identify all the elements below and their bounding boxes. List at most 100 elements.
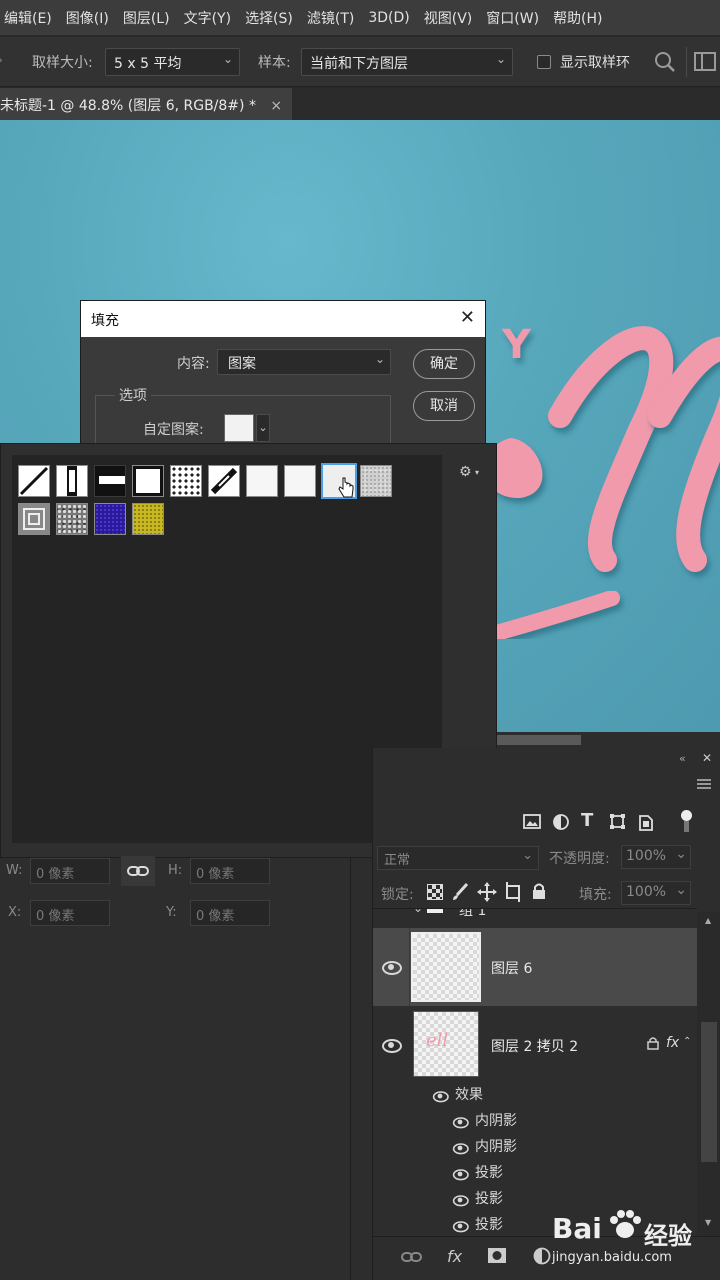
type-filter-icon[interactable]: T [581, 810, 593, 831]
blend-mode-select[interactable]: 正常 ⌄ [377, 846, 539, 870]
filter-toggle[interactable] [679, 810, 695, 834]
yellow-texture-pattern-swatch[interactable] [132, 503, 164, 535]
layer-row-group[interactable]: ⌄ 组 1 [373, 909, 697, 927]
custom-pattern-label: 自定图案: [143, 422, 204, 438]
collapse-icon[interactable]: « [679, 752, 686, 765]
menu-bar: 编辑(E) 图像(I) 图层(L) 文字(Y) 选择(S) 滤镜(T) 3D(D… [0, 0, 720, 36]
lock-artboard-icon[interactable] [503, 882, 523, 902]
menu-layer[interactable]: 图层(L) [123, 8, 170, 28]
sample-size-value: 5 x 5 平均 [114, 56, 182, 72]
menu-select[interactable]: 选择(S) [245, 8, 293, 28]
menu-help[interactable]: 帮助(H) [553, 8, 602, 28]
diagonal-pattern-swatch[interactable] [18, 465, 50, 497]
width-field[interactable]: 0 像素 [30, 858, 110, 884]
document-tab[interactable]: 未标题-1 @ 48.8% (图层 6, RGB/8#) * × [0, 88, 292, 120]
panel-menu-icon[interactable] [697, 778, 711, 790]
lock-transparency-icon[interactable] [427, 884, 443, 900]
opacity-field[interactable]: 100% ⌄ [621, 845, 691, 869]
vertical-scrollbar[interactable]: ▲ ▼ [697, 912, 720, 1236]
lock-move-icon[interactable] [477, 882, 497, 902]
fill-dialog-titlebar: 填充 ✕ [81, 301, 485, 337]
hand-cursor-icon [338, 477, 354, 498]
sample-select[interactable]: 当前和下方图层 ⌄ [301, 48, 513, 76]
eye-icon[interactable] [452, 1221, 469, 1233]
menu-filter[interactable]: 滤镜(T) [307, 8, 354, 28]
blue-texture-pattern-swatch[interactable] [94, 503, 126, 535]
horizontal-scrollbar[interactable] [497, 732, 720, 748]
layer-row-layer-6[interactable]: 图层 6 [373, 928, 697, 1006]
fill-field[interactable]: 100% ⌄ [621, 881, 691, 905]
layer-thumbnail: ell [413, 1011, 479, 1077]
fx-icon[interactable]: fx [447, 1247, 462, 1266]
close-panel-icon[interactable]: ✕ [702, 751, 712, 765]
options-label: 选项 [115, 385, 151, 405]
content-select[interactable]: 图案 ⌄ [217, 349, 391, 375]
search-icon[interactable] [654, 51, 676, 73]
sample-label: 样本: [258, 55, 291, 71]
gray-texture-pattern-swatch[interactable] [56, 503, 88, 535]
workspace-icon[interactable] [694, 51, 718, 73]
eye-icon[interactable] [382, 961, 402, 975]
eye-icon[interactable] [452, 1117, 469, 1129]
link-icon[interactable] [401, 1249, 423, 1265]
fill-label: 填充: [579, 887, 612, 903]
menu-image[interactable]: 图像(I) [66, 8, 109, 28]
scrollbar-thumb[interactable] [701, 1022, 717, 1162]
custom-pattern-swatch[interactable] [224, 414, 254, 442]
fill-dialog-title: 填充 [91, 313, 119, 329]
eye-icon[interactable] [432, 1091, 449, 1103]
close-icon[interactable]: ✕ [460, 307, 475, 328]
effect-inner-shadow-2[interactable]: 内阴影 [475, 1136, 517, 1156]
adjustment-icon[interactable] [533, 1247, 551, 1265]
cancel-button[interactable]: 取消 [413, 391, 475, 421]
menu-edit[interactable]: 编辑(E) [4, 8, 52, 28]
smart-object-filter-icon[interactable] [637, 812, 655, 832]
sample-size-select[interactable]: 5 x 5 平均 ⌄ [105, 48, 240, 76]
vertical-bar-pattern-swatch[interactable] [56, 465, 88, 497]
white-pattern-1-swatch[interactable] [246, 465, 278, 497]
menu-3d[interactable]: 3D(D) [368, 10, 409, 26]
effect-inner-shadow-1[interactable]: 内阴影 [475, 1110, 517, 1130]
white-pattern-2-swatch[interactable] [284, 465, 316, 497]
effect-drop-shadow-1[interactable]: 投影 [475, 1162, 503, 1182]
menu-type[interactable]: 文字(Y) [184, 8, 231, 28]
scrollbar-thumb[interactable] [497, 735, 581, 745]
lock-all-icon[interactable] [531, 882, 547, 900]
menu-view[interactable]: 视图(V) [424, 8, 473, 28]
chevron-down-icon: ⌄ [675, 882, 687, 898]
fx-badge[interactable]: fx [666, 1035, 679, 1051]
diagonal-stroke-pattern-swatch[interactable] [208, 465, 240, 497]
adjustment-filter-icon[interactable] [553, 814, 571, 832]
dots-pattern-swatch[interactable] [170, 465, 202, 497]
lock-brush-icon[interactable] [451, 882, 471, 902]
link-proportions-button[interactable] [121, 856, 155, 886]
chevron-up-icon[interactable]: ⌃ [683, 1036, 691, 1047]
shape-filter-icon[interactable] [609, 813, 627, 831]
layer-row-layer-2-copy-2[interactable]: ell 图层 2 拷贝 2 fx ⌃ [373, 1008, 697, 1084]
menu-window[interactable]: 窗口(W) [486, 8, 539, 28]
gray-noise-pattern-swatch[interactable] [360, 465, 392, 497]
h-label: H: [168, 863, 183, 878]
gear-icon[interactable]: ⚙ [459, 464, 472, 480]
image-filter-icon[interactable] [523, 814, 543, 830]
height-field[interactable]: 0 像素 [190, 858, 270, 884]
y-field[interactable]: 0 像素 [190, 900, 270, 926]
x-field[interactable]: 0 像素 [30, 900, 110, 926]
eye-icon[interactable] [452, 1195, 469, 1207]
concentric-square-pattern-swatch[interactable] [18, 503, 50, 535]
chevron-down-icon: ⌄ [522, 848, 533, 863]
effect-drop-shadow-3[interactable]: 投影 [475, 1214, 503, 1234]
mask-icon[interactable] [487, 1247, 507, 1265]
close-tab-icon[interactable]: × [270, 98, 282, 114]
eye-icon[interactable] [452, 1169, 469, 1181]
eye-icon[interactable] [452, 1143, 469, 1155]
white-square-pattern-swatch[interactable] [132, 465, 164, 497]
show-ring-checkbox[interactable] [537, 55, 551, 69]
layer-name: 图层 6 [491, 961, 533, 977]
horizontal-bar-pattern-swatch[interactable] [94, 465, 126, 497]
ok-button[interactable]: 确定 [413, 349, 475, 379]
effect-drop-shadow-2[interactable]: 投影 [475, 1188, 503, 1208]
white-pattern-selected-swatch[interactable] [321, 463, 357, 499]
eye-icon[interactable] [382, 1039, 402, 1053]
chevron-down-icon[interactable]: ⌄ [256, 414, 270, 442]
